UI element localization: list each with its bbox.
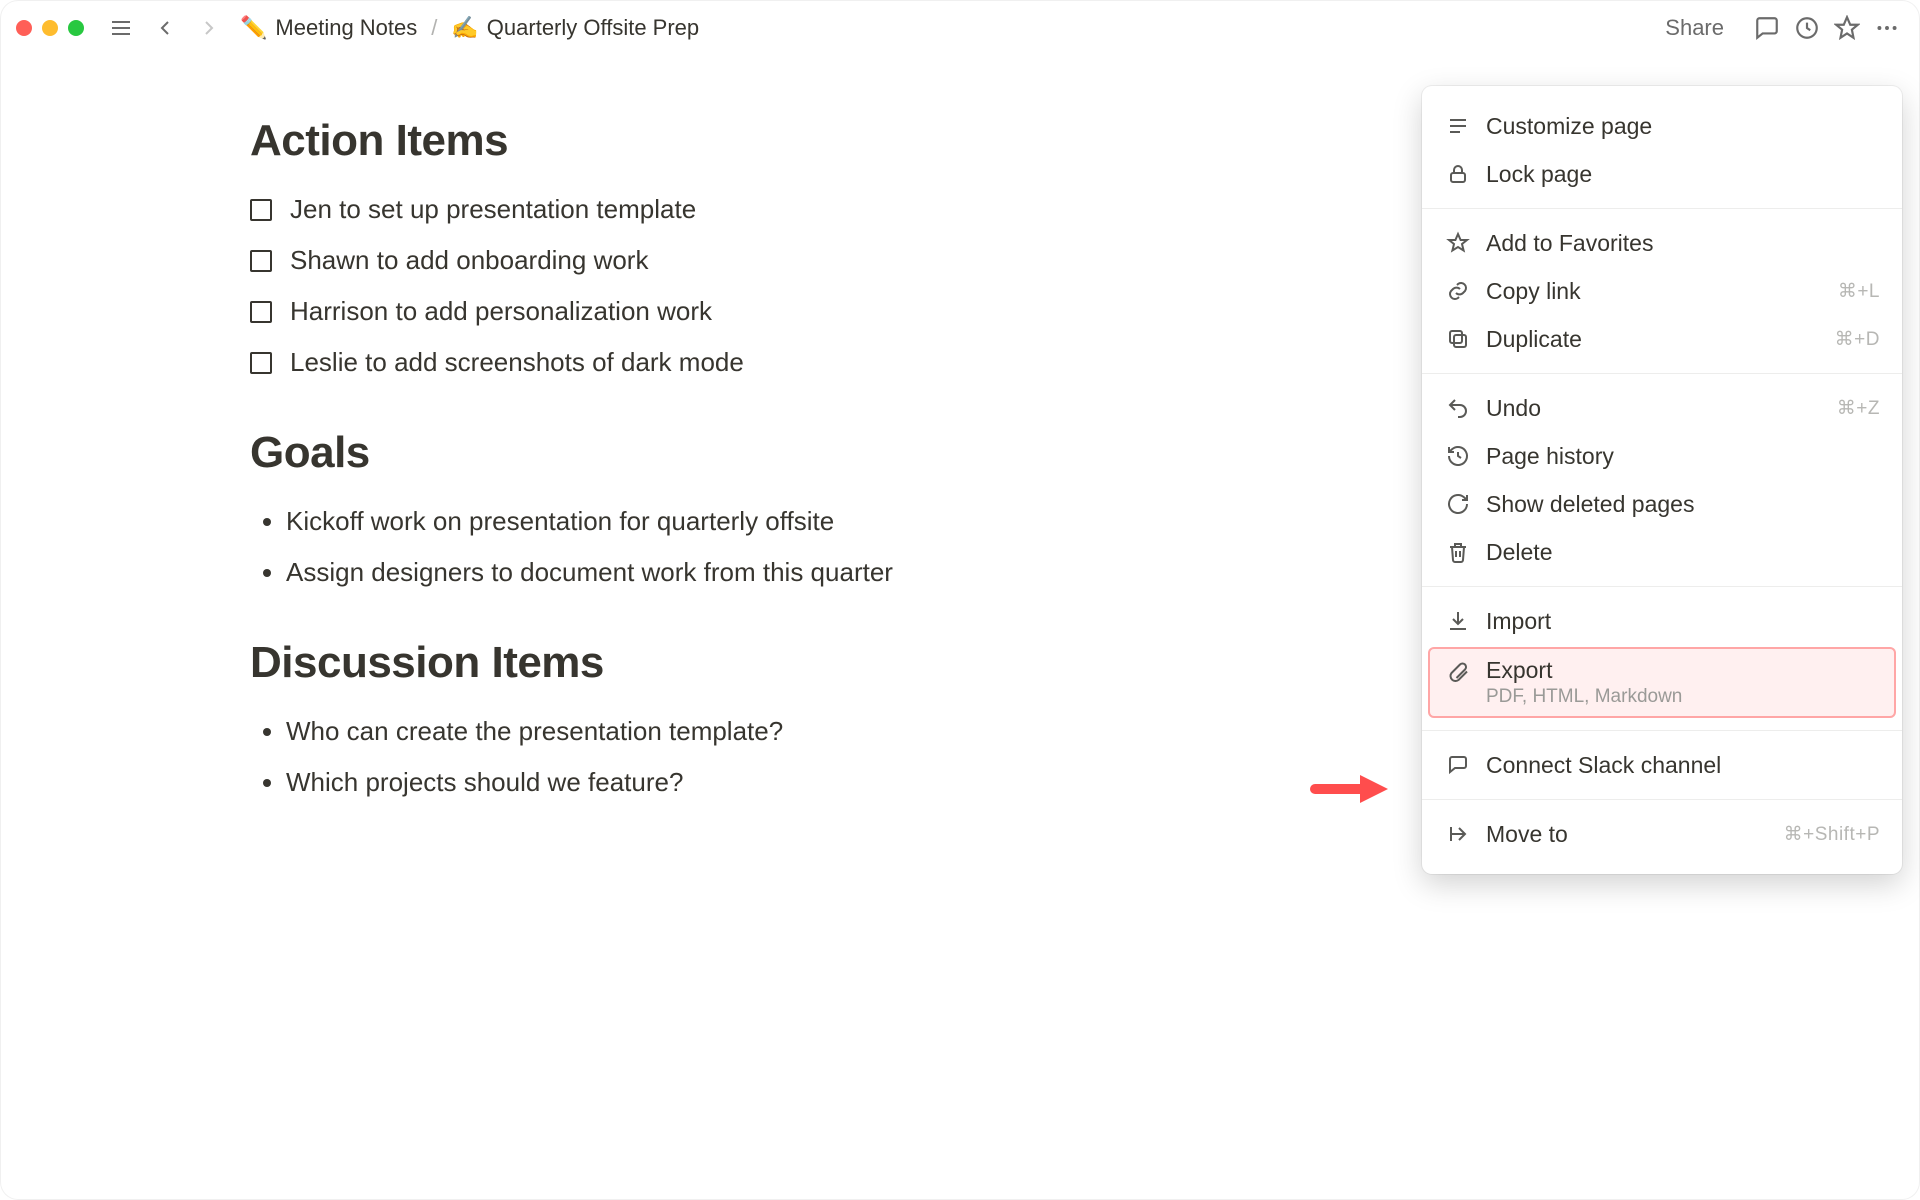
todo-item[interactable]: Harrison to add personalization work (250, 286, 1100, 337)
page-options-menu: Customize page Lock page Add to Favorite… (1422, 86, 1902, 874)
breadcrumb-current-label: Quarterly Offsite Prep (487, 15, 699, 41)
lock-icon (1444, 160, 1472, 188)
menu-label: Show deleted pages (1486, 491, 1694, 518)
move-arrow-icon (1444, 820, 1472, 848)
topbar: ✏️ Meeting Notes / ✍️ Quarterly Offsite … (0, 0, 1920, 56)
menu-sublabel: PDF, HTML, Markdown (1486, 686, 1682, 708)
menu-import[interactable]: Import (1422, 597, 1902, 645)
paperclip-icon (1444, 657, 1472, 685)
menu-customize-page[interactable]: Customize page (1422, 102, 1902, 150)
more-menu-icon[interactable] (1870, 11, 1904, 45)
duplicate-icon (1444, 325, 1472, 353)
todo-text: Harrison to add personalization work (290, 296, 712, 327)
zoom-window-dot[interactable] (68, 20, 84, 36)
menu-label: Copy link (1486, 278, 1581, 305)
menu-lock-page[interactable]: Lock page (1422, 150, 1902, 198)
menu-page-history[interactable]: Page history (1422, 432, 1902, 480)
todo-text: Leslie to add screenshots of dark mode (290, 347, 744, 378)
sidebar-toggle-icon[interactable] (104, 11, 138, 45)
lines-icon (1444, 112, 1472, 140)
menu-move-to[interactable]: Move to ⌘+Shift+P (1422, 810, 1902, 858)
breadcrumb-separator: / (431, 15, 437, 41)
menu-add-favorites[interactable]: Add to Favorites (1422, 219, 1902, 267)
menu-label: Lock page (1486, 161, 1592, 188)
menu-label: Move to (1486, 821, 1568, 848)
minimize-window-dot[interactable] (42, 20, 58, 36)
history-icon (1444, 442, 1472, 470)
menu-label: Add to Favorites (1486, 230, 1653, 257)
nav-back-icon[interactable] (148, 11, 182, 45)
todo-text: Shawn to add onboarding work (290, 245, 648, 276)
menu-label: Page history (1486, 443, 1614, 470)
list-item[interactable]: Kickoff work on presentation for quarter… (286, 496, 1100, 547)
menu-export[interactable]: Export PDF, HTML, Markdown (1428, 647, 1896, 718)
list-item[interactable]: Who can create the presentation template… (286, 706, 1100, 757)
menu-copy-link[interactable]: Copy link ⌘+L (1422, 267, 1902, 315)
menu-label: Undo (1486, 395, 1541, 422)
list-item[interactable]: Which projects should we feature? (286, 757, 1100, 808)
close-window-dot[interactable] (16, 20, 32, 36)
menu-duplicate[interactable]: Duplicate ⌘+D (1422, 315, 1902, 363)
menu-label: Customize page (1486, 113, 1652, 140)
checkbox-icon[interactable] (250, 352, 272, 374)
todo-text: Jen to set up presentation template (290, 194, 696, 225)
star-icon (1444, 229, 1472, 257)
writing-hand-icon: ✍️ (451, 17, 478, 39)
breadcrumb: ✏️ Meeting Notes / ✍️ Quarterly Offsite … (236, 11, 703, 45)
todo-item[interactable]: Leslie to add screenshots of dark mode (250, 337, 1100, 388)
reload-icon (1444, 490, 1472, 518)
heading-action-items[interactable]: Action Items (250, 116, 1100, 166)
annotation-arrow-icon (1310, 765, 1390, 818)
menu-label: Delete (1486, 539, 1552, 566)
breadcrumb-parent[interactable]: ✏️ Meeting Notes (236, 11, 421, 45)
menu-connect-slack[interactable]: Connect Slack channel (1422, 741, 1902, 789)
breadcrumb-parent-label: Meeting Notes (275, 15, 417, 41)
trash-icon (1444, 538, 1472, 566)
download-icon (1444, 607, 1472, 635)
menu-shortcut: ⌘+Z (1837, 397, 1880, 420)
link-icon (1444, 277, 1472, 305)
checkbox-icon[interactable] (250, 199, 272, 221)
favorite-star-icon[interactable] (1830, 11, 1864, 45)
window-traffic-lights (16, 20, 84, 36)
todo-item[interactable]: Jen to set up presentation template (250, 184, 1100, 235)
nav-forward-icon (192, 11, 226, 45)
breadcrumb-current[interactable]: ✍️ Quarterly Offsite Prep (447, 11, 703, 45)
heading-discussion[interactable]: Discussion Items (250, 638, 1100, 688)
menu-shortcut: ⌘+Shift+P (1784, 823, 1880, 846)
list-item[interactable]: Assign designers to document work from t… (286, 547, 1100, 598)
topbar-actions (1750, 11, 1904, 45)
todo-item[interactable]: Shawn to add onboarding work (250, 235, 1100, 286)
comments-icon[interactable] (1750, 11, 1784, 45)
checkbox-icon[interactable] (250, 250, 272, 272)
menu-label: Connect Slack channel (1486, 752, 1721, 779)
updates-clock-icon[interactable] (1790, 11, 1824, 45)
chat-icon (1444, 751, 1472, 779)
heading-goals[interactable]: Goals (250, 428, 1100, 478)
share-button[interactable]: Share (1655, 11, 1734, 45)
menu-shortcut: ⌘+L (1838, 280, 1880, 303)
undo-icon (1444, 394, 1472, 422)
page-content: Action Items Jen to set up presentation … (0, 56, 1100, 808)
menu-delete[interactable]: Delete (1422, 528, 1902, 576)
pencil-icon: ✏️ (240, 17, 267, 39)
menu-show-deleted[interactable]: Show deleted pages (1422, 480, 1902, 528)
checkbox-icon[interactable] (250, 301, 272, 323)
menu-undo[interactable]: Undo ⌘+Z (1422, 384, 1902, 432)
menu-label: Export (1486, 657, 1682, 684)
menu-label: Import (1486, 608, 1551, 635)
menu-shortcut: ⌘+D (1835, 328, 1880, 351)
menu-label: Duplicate (1486, 326, 1582, 353)
